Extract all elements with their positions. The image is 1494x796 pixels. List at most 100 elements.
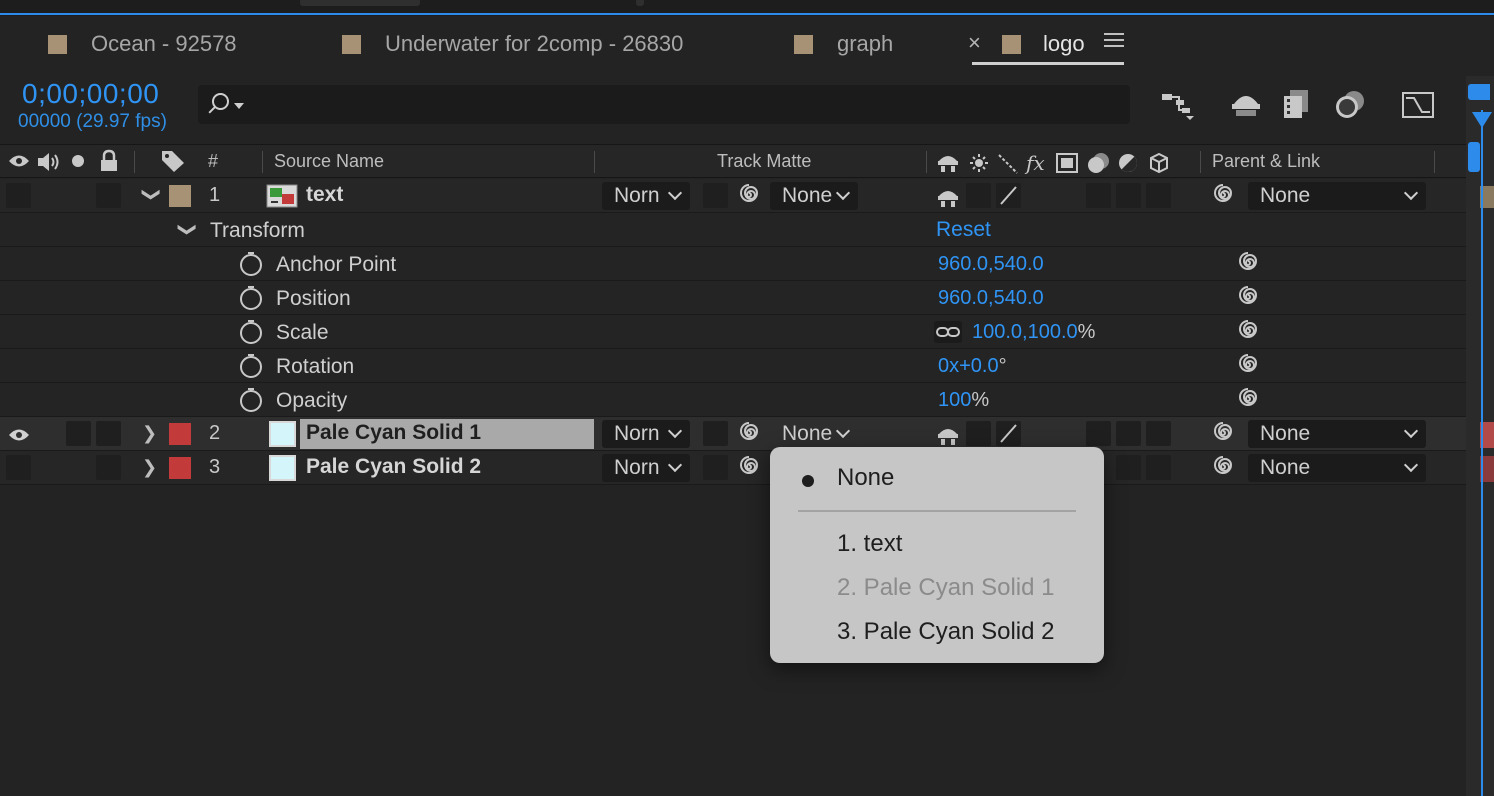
menu-item-text[interactable]: 1. text xyxy=(837,530,902,558)
layer-row-1[interactable]: ❯ 1 text Norn None None xyxy=(0,179,1466,213)
column-header-track-matte[interactable]: Track Matte xyxy=(717,151,811,172)
pick-whip-icon[interactable] xyxy=(1237,252,1259,274)
playhead-marker-icon[interactable] xyxy=(1472,112,1492,128)
eye-icon[interactable] xyxy=(8,427,30,448)
current-time-indicator[interactable] xyxy=(1481,110,1483,796)
menu-item-pale-cyan-solid-2[interactable]: 3. Pale Cyan Solid 2 xyxy=(837,618,1054,646)
motion-blur-switch[interactable] xyxy=(1116,455,1141,480)
track-matte-dropdown[interactable]: None xyxy=(770,420,858,448)
layer-name[interactable]: text xyxy=(306,183,343,207)
parent-pick-whip-icon[interactable] xyxy=(1212,456,1234,478)
chevron-right-icon[interactable]: ❯ xyxy=(142,457,157,478)
column-header-source-name[interactable]: Source Name xyxy=(274,151,384,172)
parent-pick-whip-icon[interactable] xyxy=(1212,422,1234,444)
eye-icon[interactable] xyxy=(8,153,30,174)
tab-ocean[interactable]: Ocean - 92578 xyxy=(48,22,237,66)
lock-toggle[interactable] xyxy=(96,183,121,208)
parent-dropdown[interactable]: None xyxy=(1248,454,1426,482)
solo-toggle[interactable] xyxy=(66,421,91,446)
adjustment-switch[interactable] xyxy=(1086,183,1111,208)
collapse-switch[interactable] xyxy=(966,183,991,208)
property-value[interactable]: 100.0,100.0% xyxy=(972,321,1095,344)
layer-name[interactable]: Pale Cyan Solid 2 xyxy=(306,455,481,479)
shy-switch-icon[interactable] xyxy=(937,186,959,208)
search-input[interactable] xyxy=(198,85,1130,124)
lock-toggle[interactable] xyxy=(96,421,121,446)
transform-group-row[interactable]: ❯ Transform Reset xyxy=(0,213,1466,247)
track-matte-toggle[interactable] xyxy=(703,455,728,480)
reset-link[interactable]: Reset xyxy=(936,218,991,242)
motion-blur-switch[interactable] xyxy=(1116,183,1141,208)
tab-logo[interactable]: logo xyxy=(1002,22,1085,66)
stopwatch-icon[interactable] xyxy=(238,387,264,413)
3d-layer-switch[interactable] xyxy=(1146,455,1171,480)
collapse-switch[interactable] xyxy=(966,421,991,446)
parent-pick-whip-icon[interactable] xyxy=(1212,184,1234,206)
tab-graph[interactable]: graph xyxy=(794,22,893,66)
property-value[interactable]: 0x+0.0° xyxy=(938,355,1007,378)
panel-menu-icon[interactable] xyxy=(1104,30,1124,50)
graph-editor-icon[interactable] xyxy=(1400,88,1436,122)
blend-mode-dropdown[interactable]: Norn xyxy=(602,420,690,448)
property-row-rotation[interactable]: Rotation 0x+0.0° xyxy=(0,349,1466,383)
layer-row-2[interactable]: ❯ 2 Pale Cyan Solid 1 Norn None None xyxy=(0,417,1466,451)
work-area-start[interactable] xyxy=(1468,84,1490,100)
blend-mode-dropdown[interactable]: Norn xyxy=(602,454,690,482)
3d-layer-switch[interactable] xyxy=(1146,183,1171,208)
pick-whip-icon[interactable] xyxy=(1237,286,1259,308)
stopwatch-icon[interactable] xyxy=(238,285,264,311)
parent-dropdown[interactable]: None xyxy=(1248,420,1426,448)
stopwatch-icon[interactable] xyxy=(238,319,264,345)
layer-row-3[interactable]: ❯ 3 Pale Cyan Solid 2 Norn None xyxy=(0,451,1466,485)
property-value[interactable]: 960.0,540.0 xyxy=(938,253,1044,276)
motion-blur-icon[interactable] xyxy=(1332,88,1368,122)
stopwatch-icon[interactable] xyxy=(238,353,264,379)
tab-underwater[interactable]: Underwater for 2comp - 26830 xyxy=(342,22,683,66)
solo-icon[interactable] xyxy=(72,155,84,167)
label-tag-icon[interactable] xyxy=(160,149,186,178)
parent-dropdown[interactable]: None xyxy=(1248,182,1426,210)
property-row-opacity[interactable]: Opacity 100% xyxy=(0,383,1466,417)
3d-layer-switch[interactable] xyxy=(1146,421,1171,446)
property-value[interactable]: 100% xyxy=(938,389,989,412)
track-matte-toggle[interactable] xyxy=(703,421,728,446)
lock-icon[interactable] xyxy=(98,149,120,178)
audio-icon[interactable] xyxy=(36,151,62,178)
quality-switch[interactable] xyxy=(996,421,1021,446)
stopwatch-icon[interactable] xyxy=(238,251,264,277)
pick-whip-icon[interactable] xyxy=(738,184,760,206)
property-value[interactable]: 960.0,540.0 xyxy=(938,287,1044,310)
label-color-swatch[interactable] xyxy=(169,185,191,207)
work-area-bar[interactable] xyxy=(1468,142,1480,172)
pick-whip-icon[interactable] xyxy=(738,422,760,444)
pick-whip-icon[interactable] xyxy=(738,456,760,478)
menu-item-none[interactable]: None xyxy=(837,464,894,492)
pick-whip-icon[interactable] xyxy=(1237,388,1259,410)
track-matte-toggle[interactable] xyxy=(703,183,728,208)
property-row-anchor-point[interactable]: Anchor Point 960.0,540.0 xyxy=(0,247,1466,281)
motion-blur-switch[interactable] xyxy=(1116,421,1141,446)
chevron-down-icon[interactable]: ❯ xyxy=(177,222,198,237)
panel-divider[interactable] xyxy=(636,0,644,6)
constrain-proportions-link-icon[interactable] xyxy=(934,321,962,343)
lock-toggle[interactable] xyxy=(96,455,121,480)
shy-layers-icon[interactable] xyxy=(1228,88,1264,122)
adjustment-switch[interactable] xyxy=(1086,421,1111,446)
frame-blending-icon[interactable] xyxy=(1280,88,1316,122)
comp-flowchart-icon[interactable] xyxy=(1160,88,1196,122)
property-row-position[interactable]: Position 960.0,540.0 xyxy=(0,281,1466,315)
shy-switch-icon[interactable] xyxy=(937,424,959,446)
label-color-swatch[interactable] xyxy=(169,457,191,479)
quality-switch[interactable] xyxy=(996,183,1021,208)
pick-whip-icon[interactable] xyxy=(1237,354,1259,376)
panel-drag-handle[interactable] xyxy=(300,0,420,6)
blend-mode-dropdown[interactable]: Norn xyxy=(602,182,690,210)
layer-name[interactable]: Pale Cyan Solid 1 xyxy=(306,421,481,445)
chevron-right-icon[interactable]: ❯ xyxy=(142,423,157,444)
property-row-scale[interactable]: Scale 100.0,100.0% xyxy=(0,315,1466,349)
chevron-down-icon[interactable]: ❯ xyxy=(141,187,162,202)
video-toggle[interactable] xyxy=(6,183,31,208)
close-tab-icon[interactable]: × xyxy=(968,30,981,56)
pick-whip-icon[interactable] xyxy=(1237,320,1259,342)
column-header-parent-link[interactable]: Parent & Link xyxy=(1212,151,1320,172)
